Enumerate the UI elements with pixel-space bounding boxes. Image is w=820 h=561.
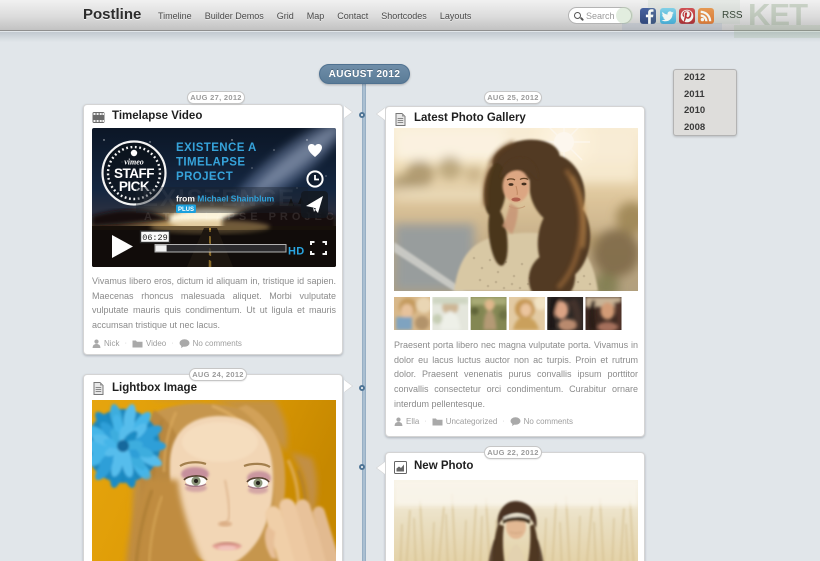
svg-text:PROJECT: PROJECT bbox=[176, 171, 233, 183]
svg-text:HD: HD bbox=[288, 246, 305, 258]
svg-text:TIMELAPSE: TIMELAPSE bbox=[176, 157, 245, 169]
svg-text:06:29: 06:29 bbox=[142, 233, 168, 243]
svg-text:EXISTENCE A: EXISTENCE A bbox=[176, 142, 257, 154]
svg-text:PLUS: PLUS bbox=[178, 207, 194, 213]
svg-text:from Michael Shainblum: from Michael Shainblum bbox=[176, 194, 275, 204]
